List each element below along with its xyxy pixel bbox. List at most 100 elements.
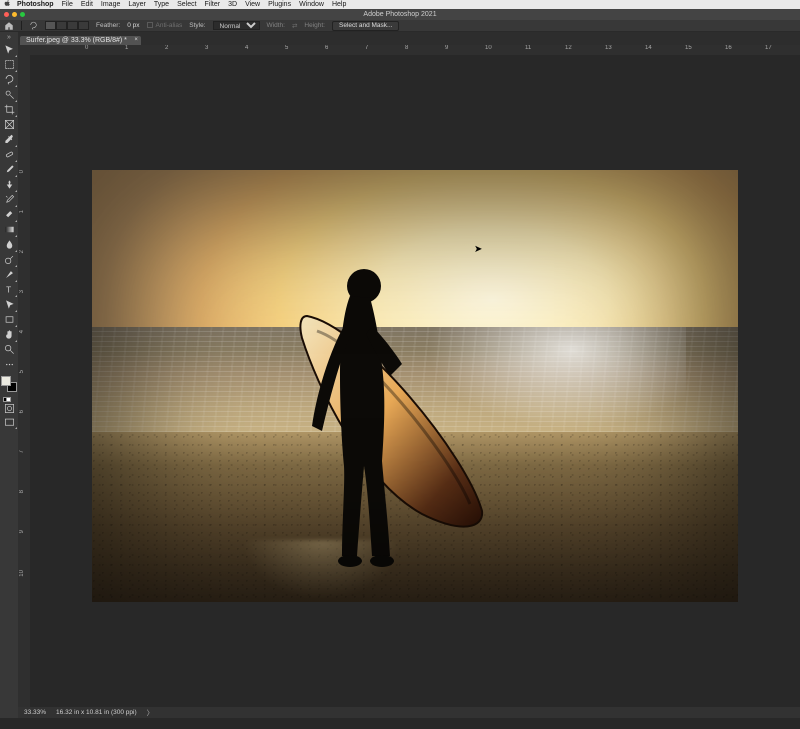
menu-help[interactable]: Help <box>332 1 346 8</box>
menu-plugins[interactable]: Plugins <box>268 1 291 8</box>
ruler-h-tick: 13 <box>605 45 612 51</box>
rectangle-tool[interactable] <box>1 312 17 327</box>
apple-menu-icon[interactable] <box>4 0 11 9</box>
window-titlebar: Adobe Photoshop 2021 <box>0 9 800 20</box>
zoom-tool[interactable] <box>1 342 17 357</box>
home-button[interactable] <box>4 21 14 31</box>
ruler-h-tick: 2 <box>165 45 168 51</box>
feather-value[interactable]: 0 px <box>127 22 139 29</box>
tools-panel: » T <box>0 32 18 718</box>
document-tabstrip: Surfer.jpeg @ 33.3% (RGB/8#) * × <box>18 32 800 45</box>
ruler-vertical[interactable]: 0 1 2 3 4 5 6 7 8 9 10 <box>18 55 30 707</box>
tools-collapse-button[interactable]: » <box>1 34 17 42</box>
selection-subtract-button[interactable] <box>67 21 78 30</box>
ruler-h-tick: 6 <box>325 45 328 51</box>
document-tab-label: Surfer.jpeg @ 33.3% (RGB/8#) * <box>26 37 127 44</box>
history-brush-tool[interactable] <box>1 192 17 207</box>
ruler-h-tick: 15 <box>685 45 692 51</box>
ruler-h-tick: 1 <box>125 45 128 51</box>
ruler-h-tick: 17 <box>765 45 772 51</box>
macos-menu-bar: Photoshop File Edit Image Layer Type Sel… <box>0 0 800 9</box>
ruler-h-tick: 3 <box>205 45 208 51</box>
status-zoom[interactable]: 33.33% <box>24 709 46 716</box>
width-label: Width: <box>267 22 285 29</box>
style-select[interactable]: Normal <box>213 21 260 30</box>
gradient-tool[interactable] <box>1 222 17 237</box>
ruler-h-tick: 0 <box>85 45 88 51</box>
selection-new-button[interactable] <box>45 21 56 30</box>
style-label: Style: <box>189 22 205 29</box>
active-tool-icon[interactable] <box>29 21 38 30</box>
ruler-h-tick: 11 <box>525 45 531 51</box>
foreground-swatch[interactable] <box>1 376 11 386</box>
frame-tool[interactable] <box>1 117 17 132</box>
brush-tool[interactable] <box>1 162 17 177</box>
ruler-v-tick: 8 <box>19 490 25 493</box>
menu-layer[interactable]: Layer <box>128 1 146 8</box>
ruler-v-tick: 0 <box>19 170 25 173</box>
ruler-v-tick: 5 <box>19 370 25 373</box>
lasso-tool[interactable] <box>1 72 17 87</box>
selection-intersect-button[interactable] <box>78 21 89 30</box>
window-title: Adobe Photoshop 2021 <box>0 11 800 18</box>
menu-type[interactable]: Type <box>154 1 169 8</box>
select-and-mask-button[interactable]: Select and Mask... <box>332 21 399 31</box>
crop-tool[interactable] <box>1 102 17 117</box>
antialias-checkbox[interactable] <box>147 22 153 28</box>
blur-tool[interactable] <box>1 237 17 252</box>
default-swap-swatches[interactable] <box>3 394 15 401</box>
quickmask-toggle[interactable] <box>1 401 17 415</box>
antialias-label: Anti-alias <box>156 22 183 29</box>
image-vignette <box>92 170 738 602</box>
menu-app[interactable]: Photoshop <box>17 1 54 8</box>
menu-file[interactable]: File <box>62 1 73 8</box>
quick-select-tool[interactable] <box>1 87 17 102</box>
status-menu-chevron-icon[interactable]: 〉 <box>147 708 154 718</box>
ruler-v-tick: 7 <box>19 450 25 453</box>
menu-select[interactable]: Select <box>177 1 196 8</box>
ruler-horizontal[interactable]: 0 1 2 3 4 5 6 7 8 9 10 11 12 13 14 15 16… <box>30 45 800 55</box>
ruler-v-tick: 3 <box>19 290 25 293</box>
type-tool[interactable]: T <box>1 282 17 297</box>
clone-stamp-tool[interactable] <box>1 177 17 192</box>
menu-filter[interactable]: Filter <box>205 1 221 8</box>
height-label: Height: <box>304 22 325 29</box>
edit-toolbar-button[interactable] <box>1 357 17 372</box>
ruler-h-tick: 9 <box>445 45 448 51</box>
marquee-tool[interactable] <box>1 57 17 72</box>
swap-dimensions-icon[interactable]: ⇄ <box>292 22 297 30</box>
menu-window[interactable]: Window <box>299 1 324 8</box>
status-bar: 33.33% 16.32 in x 10.81 in (300 ppi) 〉 <box>18 707 800 718</box>
document-canvas[interactable]: ➤ <box>92 170 738 602</box>
dodge-tool[interactable] <box>1 252 17 267</box>
canvas-viewport[interactable]: ➤ <box>30 55 800 707</box>
menu-view[interactable]: View <box>245 1 260 8</box>
spot-heal-tool[interactable] <box>1 147 17 162</box>
ruler-h-tick: 10 <box>485 45 492 51</box>
ruler-origin[interactable] <box>18 45 30 55</box>
path-select-tool[interactable] <box>1 297 17 312</box>
menu-3d[interactable]: 3D <box>228 1 237 8</box>
document-tab[interactable]: Surfer.jpeg @ 33.3% (RGB/8#) * × <box>20 36 141 45</box>
status-doc-size: 16.32 in x 10.81 in (300 ppi) <box>56 709 137 716</box>
ruler-h-tick: 7 <box>365 45 368 51</box>
menu-edit[interactable]: Edit <box>81 1 93 8</box>
tab-close-button[interactable]: × <box>134 37 138 43</box>
ruler-v-tick: 10 <box>19 570 25 577</box>
menu-image[interactable]: Image <box>101 1 120 8</box>
ruler-v-tick: 9 <box>19 530 25 533</box>
hand-tool[interactable] <box>1 327 17 342</box>
move-tool[interactable] <box>1 42 17 57</box>
ruler-h-tick: 5 <box>285 45 288 51</box>
feather-label: Feather: <box>96 22 120 29</box>
color-swatches[interactable] <box>1 376 17 392</box>
pen-tool[interactable] <box>1 267 17 282</box>
selection-add-button[interactable] <box>56 21 67 30</box>
ruler-h-tick: 12 <box>565 45 572 51</box>
eyedropper-tool[interactable] <box>1 132 17 147</box>
separator <box>21 21 22 30</box>
ruler-h-tick: 16 <box>725 45 732 51</box>
svg-text:T: T <box>6 285 11 294</box>
eraser-tool[interactable] <box>1 207 17 222</box>
screenmode-button[interactable] <box>1 415 17 429</box>
